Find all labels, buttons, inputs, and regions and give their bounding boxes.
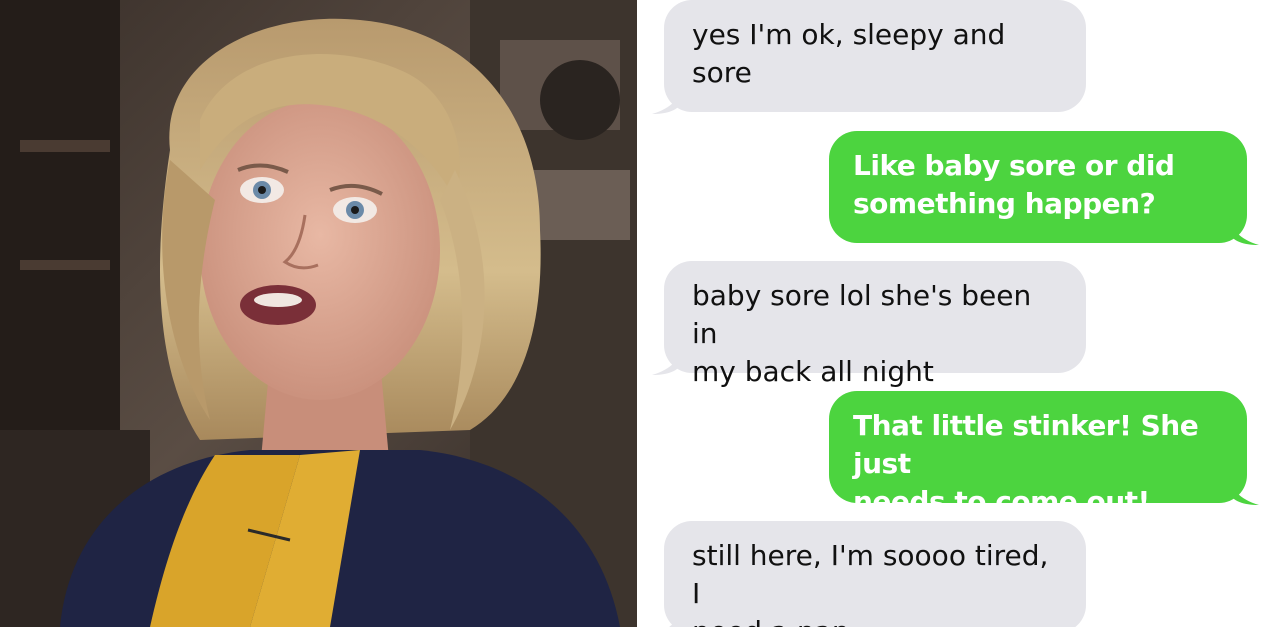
message-text: yes I'm ok, sleepy and sore — [692, 18, 1006, 89]
message-text: baby sore lol she's been in my back all … — [692, 279, 1032, 388]
message-text: That little stinker! She just needs to c… — [853, 409, 1199, 518]
bubble-tail-icon — [1229, 475, 1259, 505]
outgoing-message-bubble: That little stinker! She just needs to c… — [829, 391, 1259, 518]
incoming-message-bubble: still here, I'm soooo tired, I need a na… — [664, 521, 1086, 627]
incoming-message-bubble: yes I'm ok, sleepy and sore — [652, 0, 1086, 114]
bubble-tail-icon — [669, 605, 682, 627]
message-text: still here, I'm soooo tired, I need a na… — [692, 539, 1049, 627]
bubble-tail-icon — [1229, 215, 1259, 245]
bubble-tail-icon — [652, 84, 682, 114]
interview-photo — [0, 0, 637, 627]
outgoing-message-bubble: Like baby sore or did something happen? — [829, 131, 1259, 245]
text-message-thread: yes I'm ok, sleepy and sore Like baby so… — [637, 0, 1280, 627]
collage: yes I'm ok, sleepy and sore Like baby so… — [0, 0, 1280, 627]
bubble-tail-icon — [652, 345, 682, 375]
message-text: Like baby sore or did something happen? — [853, 149, 1175, 220]
incoming-message-bubble: baby sore lol she's been in my back all … — [652, 261, 1086, 388]
woman-portrait-image — [0, 0, 637, 627]
